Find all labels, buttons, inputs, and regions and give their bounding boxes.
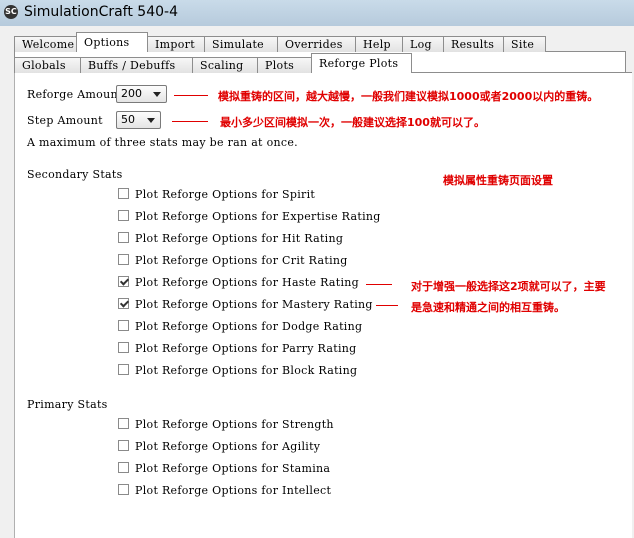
annotation-enhance-line2: 是急速和精通之间的相互重铸。 [411, 301, 565, 314]
tab-results[interactable]: Results [443, 36, 504, 52]
checkbox-label-expertise[interactable]: Plot Reforge Options for Expertise Ratin… [135, 210, 381, 223]
checkbox-expertise[interactable] [118, 210, 129, 221]
annotation-line [174, 95, 208, 96]
annotation-line [376, 305, 398, 306]
primary-stats-header: Primary Stats [27, 398, 108, 411]
tab-options[interactable]: Options [76, 32, 148, 52]
checkbox-strength[interactable] [118, 418, 129, 429]
checkbox-label-dodge[interactable]: Plot Reforge Options for Dodge Rating [135, 320, 362, 333]
tab-globals[interactable]: Globals [14, 57, 81, 73]
checkbox-label-mastery[interactable]: Plot Reforge Options for Mastery Rating [135, 298, 373, 311]
checkbox-label-agility[interactable]: Plot Reforge Options for Agility [135, 440, 320, 453]
tab-simulate[interactable]: Simulate [204, 36, 278, 52]
checkbox-label-stamina[interactable]: Plot Reforge Options for Stamina [135, 462, 330, 475]
checkbox-haste[interactable] [118, 276, 129, 287]
checkbox-parry[interactable] [118, 342, 129, 353]
step-amount-select[interactable]: 50 [116, 111, 161, 129]
annotation-line [172, 121, 208, 122]
tab-reforge-plots[interactable]: Reforge Plots [311, 53, 412, 73]
reforge-amount-select[interactable]: 200 [116, 85, 167, 103]
reforge-amount-label: Reforge Amount [27, 88, 123, 101]
checkbox-label-parry[interactable]: Plot Reforge Options for Parry Rating [135, 342, 357, 355]
annotation-step-amount: 最小多少区间模拟一次，一般建议选择100就可以了。 [220, 116, 485, 129]
tab-scaling[interactable]: Scaling [192, 57, 258, 73]
checkbox-label-block[interactable]: Plot Reforge Options for Block Rating [135, 364, 357, 377]
checkbox-intellect[interactable] [118, 484, 129, 495]
checkbox-label-intellect[interactable]: Plot Reforge Options for Intellect [135, 484, 331, 497]
chevron-down-icon [153, 92, 161, 97]
tab-welcome[interactable]: Welcome [14, 36, 77, 52]
annotation-enhance-line1: 对于增强一般选择这2项就可以了，主要 [411, 280, 606, 293]
window-title: SimulationCraft 540-4 [24, 4, 178, 20]
checkbox-mastery[interactable] [118, 298, 129, 309]
checkbox-crit[interactable] [118, 254, 129, 265]
checkbox-hit[interactable] [118, 232, 129, 243]
sc-logo-icon: SC [4, 5, 18, 19]
checkbox-agility[interactable] [118, 440, 129, 451]
sub-tab-bar: Globals Buffs / Debuffs Scaling Plots Re… [14, 53, 412, 73]
annotation-reforge-amount: 模拟重铸的区间，越大越慢，一般我们建议模拟1000或者2000以内的重铸。 [218, 90, 599, 103]
checkbox-label-hit[interactable]: Plot Reforge Options for Hit Rating [135, 232, 343, 245]
tab-overrides[interactable]: Overrides [277, 36, 356, 52]
title-bar: SC SimulationCraft 540-4 [0, 0, 634, 27]
checkbox-spirit[interactable] [118, 188, 129, 199]
reforge-amount-value: 200 [121, 87, 142, 100]
main-tab-bar: Welcome Options Import Simulate Override… [14, 32, 546, 52]
checkbox-block[interactable] [118, 364, 129, 375]
app-window: Welcome Options Import Simulate Override… [0, 26, 634, 538]
secondary-stats-header: Secondary Stats [27, 168, 123, 181]
step-amount-value: 50 [121, 113, 135, 126]
checkbox-label-crit[interactable]: Plot Reforge Options for Crit Rating [135, 254, 348, 267]
checkbox-stamina[interactable] [118, 462, 129, 473]
tab-buffs-debuffs[interactable]: Buffs / Debuffs [80, 57, 193, 73]
tab-plots[interactable]: Plots [257, 57, 312, 73]
tab-log[interactable]: Log [402, 36, 444, 52]
checkbox-label-haste[interactable]: Plot Reforge Options for Haste Rating [135, 276, 359, 289]
tab-help[interactable]: Help [355, 36, 403, 52]
checkbox-dodge[interactable] [118, 320, 129, 331]
chevron-down-icon [147, 118, 155, 123]
step-amount-label: Step Amount [27, 114, 103, 127]
checkbox-label-spirit[interactable]: Plot Reforge Options for Spirit [135, 188, 315, 201]
tab-site[interactable]: Site [503, 36, 546, 52]
annotation-page-setting: 模拟属性重铸页面设置 [443, 174, 553, 187]
max-stats-note: A maximum of three stats may be ran at o… [27, 136, 298, 149]
annotation-line [366, 284, 392, 285]
checkbox-label-strength[interactable]: Plot Reforge Options for Strength [135, 418, 334, 431]
tab-import[interactable]: Import [147, 36, 205, 52]
